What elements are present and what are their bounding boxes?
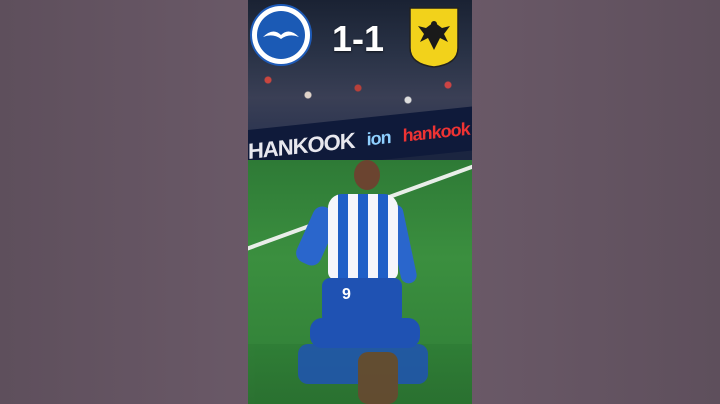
video-clip[interactable]: HANKOOK ion hankook 9 1-1: [248, 0, 472, 404]
score-overlay: 1-1: [248, 0, 472, 70]
shirt-number: 9: [342, 286, 351, 303]
mirrored-strip: [248, 344, 472, 404]
seagull-icon: [257, 11, 305, 59]
celebrating-player: 9: [286, 160, 446, 360]
ad-hankook-2: hankook: [402, 118, 470, 146]
player-shirt: [328, 194, 398, 280]
reflection-leg: [358, 352, 398, 404]
match-score: 1-1: [332, 18, 385, 59]
video-frame-background: HANKOOK ion hankook 9 1-1: [0, 0, 720, 404]
player-head: [354, 160, 380, 190]
brighton-crest-icon: [250, 4, 312, 66]
aek-crest-icon: [408, 6, 460, 68]
ad-ion: ion: [366, 126, 391, 150]
